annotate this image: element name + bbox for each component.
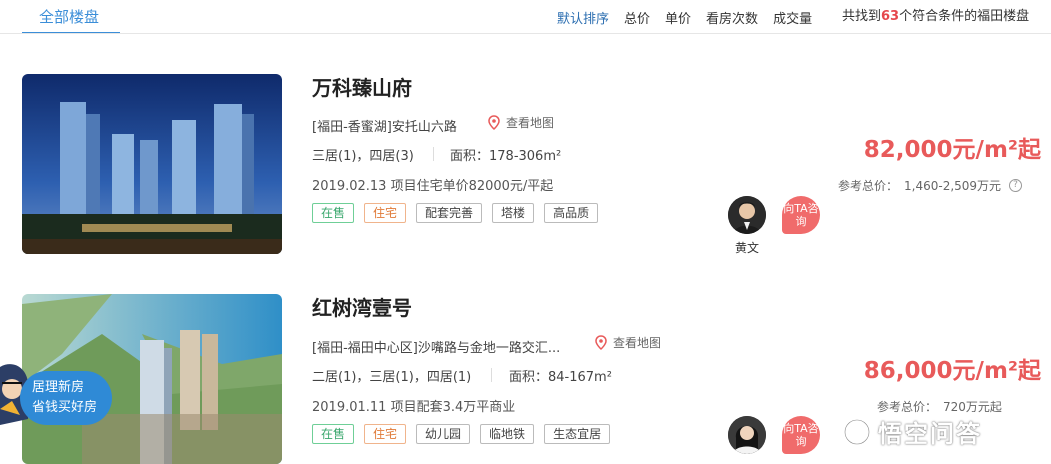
promo-bubble[interactable]: 居理新房 省钱买好房 [20, 371, 112, 425]
agent-photo [728, 416, 766, 454]
area-range: 面积：84-167m² [509, 370, 612, 385]
building-photo-night [22, 74, 282, 254]
sort-total-price[interactable]: 总价 [624, 8, 650, 27]
result-suffix: 个符合条件的福田楼盘 [899, 9, 1030, 24]
total-price-value: 1,460-2,509万元 [904, 179, 1002, 193]
agent-photo [728, 196, 766, 234]
question-icon[interactable]: ? [1009, 179, 1023, 192]
listing-news: 2019.01.11 项目配套3.4万平商业 [312, 400, 516, 415]
sort-unit-price[interactable]: 单价 [665, 8, 691, 27]
tag-list: 在售 住宅 配套完善 塔楼 高品质 [312, 203, 608, 223]
watermark-text: 悟空问答 [878, 420, 982, 448]
listing-news: 2019.02.13 项目住宅单价82000元/平起 [312, 179, 554, 194]
promo-line-2: 省钱买好房 [32, 400, 98, 415]
agent-avatar[interactable] [728, 416, 766, 454]
view-map-link[interactable]: 查看地图 [595, 334, 661, 351]
tag-property-type: 住宅 [364, 203, 407, 223]
unit-price: 82,000元/m²起 [863, 137, 1041, 163]
agent-name: 黄文 [735, 241, 760, 255]
result-number: 63 [881, 9, 900, 24]
listing-title[interactable]: 红树湾壹号 [312, 292, 412, 321]
promo-widget[interactable]: 居理新房 省钱买好房 [0, 345, 112, 435]
tag-feature: 临地铁 [480, 424, 535, 444]
listing-address: [福田-香蜜湖]安托山六路 [312, 120, 457, 135]
tag-feature: 幼儿园 [416, 424, 471, 444]
sort-view-count[interactable]: 看房次数 [706, 8, 758, 27]
result-prefix: 共找到 [842, 9, 882, 24]
divider [433, 147, 434, 161]
listing-photo[interactable] [22, 74, 282, 254]
sort-options: 默认排序 总价 单价 看房次数 成交量 [557, 0, 827, 34]
map-pin-icon [595, 335, 607, 350]
tag-list: 在售 住宅 幼儿园 临地铁 生态宜居 [312, 424, 620, 444]
tag-feature: 生态宜居 [544, 424, 611, 444]
sort-default[interactable]: 默认排序 [557, 8, 609, 27]
total-price-value: 720万元起 [943, 400, 1002, 414]
unit-price: 86,000元/m²起 [863, 358, 1041, 384]
divider [491, 368, 492, 382]
tag-on-sale: 在售 [312, 424, 355, 444]
view-map-link[interactable]: 查看地图 [488, 114, 554, 131]
divider [0, 33, 1051, 34]
sort-deal-volume[interactable]: 成交量 [773, 8, 812, 27]
map-pin-icon [488, 115, 500, 130]
area-range: 面积：178-306m² [450, 149, 562, 164]
tag-feature: 高品质 [544, 203, 599, 223]
listing-address: [福田-福田中心区]沙嘴路与金地一路交汇... [312, 341, 561, 356]
consult-agent-button[interactable]: 向TA咨询 [782, 416, 820, 454]
view-map-label: 查看地图 [613, 336, 662, 350]
total-price-label: 参考总价： [838, 179, 899, 193]
agent-avatar[interactable] [728, 196, 766, 234]
room-types: 二居(1)，三居(1)，四居(1) [312, 370, 472, 385]
tab-all-properties[interactable]: 全部楼盘 [22, 0, 120, 34]
total-price-label: 参考总价： [877, 400, 938, 414]
view-map-label: 查看地图 [506, 116, 555, 130]
watermark: 悟空问答 [842, 414, 982, 449]
promo-line-1: 居理新房 [32, 380, 85, 395]
result-count: 共找到63个符合条件的福田楼盘 [842, 0, 1029, 34]
filter-bar: 全部楼盘 默认排序 总价 单价 看房次数 成交量 共找到63个符合条件的福田楼盘 [0, 0, 1051, 34]
tag-on-sale: 在售 [312, 203, 355, 223]
total-price: 参考总价： 1,460-2,509万元 ? [838, 177, 1023, 194]
watermark-logo-icon [843, 418, 871, 445]
total-price: 参考总价： 720万元起 [877, 398, 1002, 415]
tag-feature: 塔楼 [492, 203, 535, 223]
tag-property-type: 住宅 [364, 424, 407, 444]
room-types: 三居(1)，四居(3) [312, 149, 414, 164]
consult-agent-button[interactable]: 向TA咨询 [782, 196, 820, 234]
tag-feature: 配套完善 [416, 203, 483, 223]
listing-title[interactable]: 万科臻山府 [312, 72, 412, 101]
